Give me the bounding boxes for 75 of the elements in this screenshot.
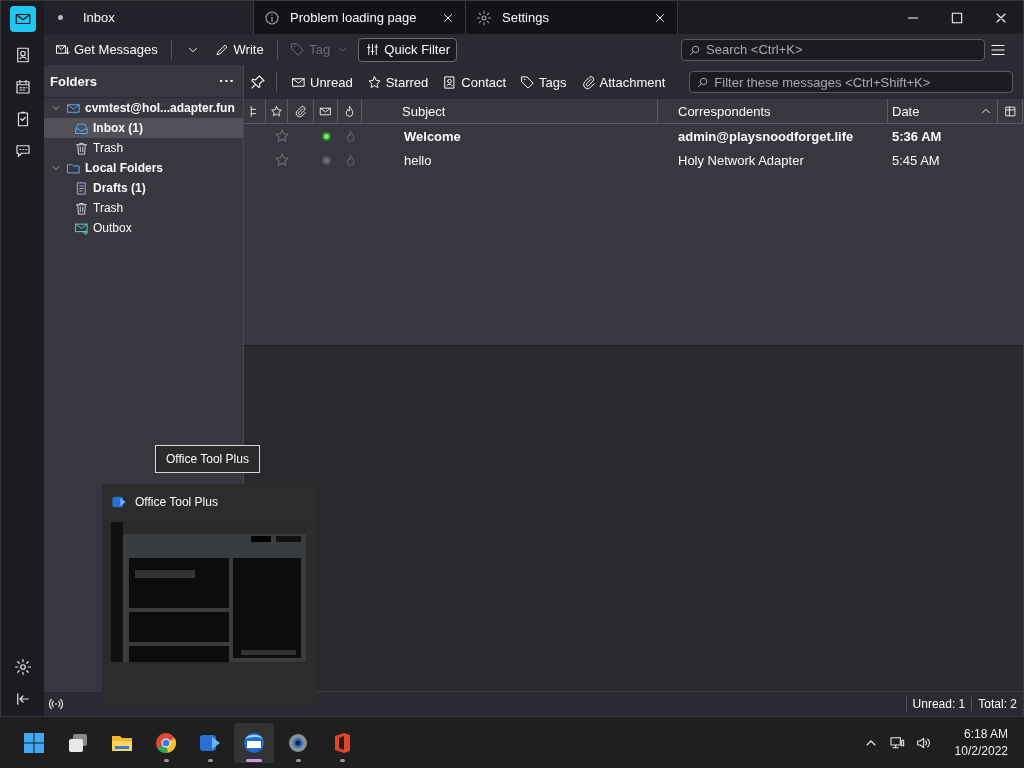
envelope-download-icon (55, 42, 70, 57)
subject-text: Welcome (404, 128, 461, 144)
filter-field[interactable]: Filter these messages <Ctrl+Shift+K> (689, 71, 1013, 93)
tab[interactable]: Inbox (44, 1, 254, 34)
filter-button[interactable]: Starred (362, 71, 433, 93)
chat-icon[interactable] (13, 142, 32, 160)
mail-space-button[interactable] (9, 6, 36, 32)
outbox-icon (74, 220, 89, 236)
calendar-icon[interactable] (13, 78, 32, 96)
settings-icon (476, 9, 492, 26)
folder-item[interactable]: Inbox (1) (44, 118, 243, 138)
tag-icon (290, 42, 306, 57)
search-icon (696, 76, 710, 89)
column-picker-icon[interactable] (1003, 104, 1017, 118)
info-icon (264, 9, 280, 26)
preview-title: Office Tool Plus (135, 495, 218, 509)
column-header[interactable]: Subject (362, 99, 658, 123)
filter-button[interactable]: Contact (438, 71, 511, 93)
start-icon (22, 730, 46, 755)
filter-button[interactable]: Unread (287, 71, 357, 93)
folder-item[interactable]: Drafts (1) (44, 178, 243, 198)
correspondent-text: Holy Network Adapter (678, 152, 804, 168)
unread-count: Unread: 1 (905, 697, 972, 711)
folder-item[interactable]: Trash (44, 138, 243, 158)
trash-icon (74, 200, 89, 216)
tooltip: Office Tool Plus (155, 445, 260, 473)
paperclip-icon[interactable] (294, 104, 307, 118)
folder-item[interactable]: Outbox (44, 218, 243, 238)
toolbar-button[interactable]: Write (209, 37, 269, 62)
date-text: 5:36 AM (892, 128, 942, 144)
filter-button[interactable]: Tags (516, 71, 571, 93)
toolbar-button[interactable]: Quick Filter (358, 37, 458, 62)
date-text: 5:45 AM (892, 152, 940, 168)
read-status-dot[interactable] (321, 131, 331, 141)
window-preview[interactable]: Office Tool Plus (102, 484, 316, 708)
star-icon[interactable] (274, 128, 290, 144)
star-icon[interactable] (270, 104, 283, 118)
folder-item[interactable]: Trash (44, 198, 243, 218)
trash-icon (74, 140, 89, 156)
folder-item[interactable]: cvmtest@hol...adapter.fun (44, 98, 243, 118)
sliders-icon (365, 42, 381, 57)
total-count: Total: 2 (971, 697, 1023, 711)
search-icon (688, 43, 702, 57)
browser-icon (154, 730, 178, 755)
tag-icon (520, 74, 536, 90)
search-field[interactable]: Search <Ctrl+K> (681, 38, 985, 61)
taskbar-button[interactable] (234, 722, 274, 763)
contact-card-icon (442, 74, 458, 90)
folder-item[interactable]: Local Folders (44, 158, 243, 178)
clock[interactable]: 6:18 AM 10/2/2022 (954, 725, 1008, 760)
paperclip-icon (580, 74, 596, 90)
pencil-icon (214, 42, 230, 57)
subject-text: hello (404, 152, 432, 168)
column-header[interactable]: Correspondents (658, 99, 888, 123)
star-icon[interactable] (274, 152, 290, 168)
pane-title: Folders (50, 73, 98, 89)
column-header[interactable]: Date (888, 99, 998, 123)
tab[interactable]: Settings (466, 1, 678, 34)
pin-icon[interactable] (250, 74, 266, 90)
flame-icon[interactable] (343, 104, 356, 118)
settings-icon[interactable] (13, 658, 32, 676)
app-icon (111, 494, 127, 510)
filter-button[interactable]: Attachment (576, 71, 670, 93)
mail-app-icon (242, 730, 266, 755)
message-row[interactable]: Welcome admin@playsnoodforget.life 5:36 AM (244, 124, 1023, 148)
document-icon (74, 180, 89, 196)
read-status-dot[interactable] (321, 155, 331, 165)
toolbar-button[interactable]: Get Messages (50, 37, 163, 62)
tab[interactable]: Problem loading page (254, 1, 466, 34)
message-row[interactable]: hello Holy Network Adapter 5:45 AM (244, 148, 1023, 172)
antenna-icon[interactable] (48, 696, 64, 712)
inbox-icon (74, 120, 89, 136)
star-icon (366, 74, 382, 90)
network-icon[interactable] (888, 734, 905, 751)
correspondent-text: admin@playsnoodforget.life (678, 128, 854, 144)
